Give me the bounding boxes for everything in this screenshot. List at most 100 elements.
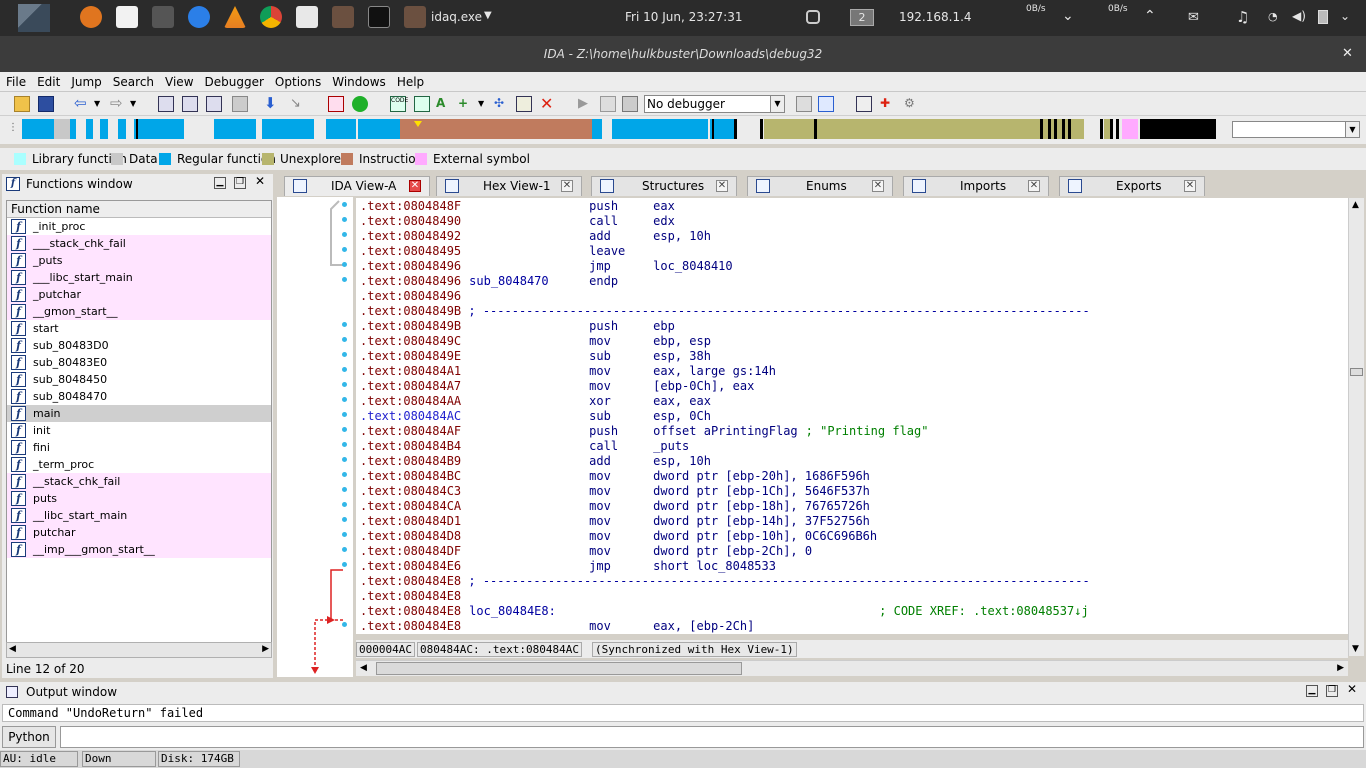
scroll-thumb[interactable] <box>1350 368 1363 376</box>
code-line[interactable]: .text:08048492 add esp, 10h <box>360 229 711 244</box>
restore-icon[interactable]: ❐ <box>234 177 246 189</box>
green-circle-icon[interactable] <box>352 96 368 112</box>
array-dropdown-icon[interactable]: ▼ <box>478 96 494 112</box>
restore-icon[interactable]: ❐ <box>1326 685 1338 697</box>
function-row[interactable]: f __imp___gmon_start__ <box>7 541 271 558</box>
close-icon[interactable]: ✕ <box>716 180 728 192</box>
close-icon[interactable]: ✕ <box>872 180 884 192</box>
pause-icon[interactable] <box>600 96 616 112</box>
undefine-icon[interactable]: ✕ <box>540 96 556 112</box>
debugger-select[interactable]: No debugger ▼ <box>644 95 785 113</box>
minimize-icon[interactable]: ▁ <box>1306 685 1318 697</box>
close-icon[interactable]: ✕ <box>409 180 421 192</box>
scroll-right-icon[interactable]: ▶ <box>1337 663 1344 673</box>
function-row[interactable]: f fini <box>7 439 271 456</box>
code-line[interactable]: .text:0804849B ; -----------------------… <box>360 304 1090 319</box>
search-imm-icon[interactable] <box>206 96 222 112</box>
function-row[interactable]: f _init_proc <box>7 218 271 235</box>
document-app-icon[interactable] <box>296 6 318 28</box>
function-row[interactable]: f _puts <box>7 252 271 269</box>
code-line[interactable]: .text:08048496 <box>360 289 653 304</box>
tab-ida-view-a[interactable]: IDA View-A ✕ <box>284 176 430 196</box>
volume-icon[interactable]: ◀) <box>1292 9 1306 23</box>
search-text-icon[interactable] <box>182 96 198 112</box>
scroll-down-icon[interactable]: ▼ <box>1352 644 1359 654</box>
attach-icon[interactable] <box>796 96 812 112</box>
code-line[interactable]: .text:080484E6 jmp short loc_8048533 <box>360 559 776 574</box>
close-icon[interactable]: ✕ <box>1346 683 1358 697</box>
function-row[interactable]: f sub_80483E0 <box>7 354 271 371</box>
line-dot-icon[interactable] <box>342 202 347 207</box>
code-icon[interactable]: CODE <box>390 96 408 112</box>
code-line[interactable]: .text:080484D8 mov dword ptr [ebp-10h], 0C… <box>360 529 877 544</box>
column-header-function-name[interactable]: Function name <box>7 201 271 218</box>
line-dot-icon[interactable] <box>342 337 347 342</box>
menu-windows[interactable]: Windows <box>326 72 391 90</box>
data-icon[interactable] <box>414 96 430 112</box>
code-line[interactable]: .text:080484AA xor eax, eax <box>360 394 711 409</box>
wifi-icon[interactable]: ◔ <box>1268 10 1278 23</box>
string-icon[interactable]: A <box>436 96 452 112</box>
vlc-app-icon[interactable] <box>224 6 246 28</box>
jump-down-arrow-icon[interactable]: ⬇ <box>264 96 280 112</box>
output-text[interactable]: Command "UndoReturn" failed <box>2 704 1364 722</box>
code-line[interactable]: .text:0804849B push ebp <box>360 319 675 334</box>
screenshot-icon[interactable] <box>806 10 820 24</box>
chrome-app-icon[interactable] <box>260 6 282 28</box>
function-row[interactable]: f sub_80483D0 <box>7 337 271 354</box>
code-line[interactable]: .text:080484B9 add esp, 10h <box>360 454 711 469</box>
function-row[interactable]: f _putchar <box>7 286 271 303</box>
minimize-icon[interactable]: ▁ <box>214 177 226 189</box>
forward-arrow-icon[interactable]: ⇨ <box>110 96 126 112</box>
function-row[interactable]: f start <box>7 320 271 337</box>
clock[interactable]: Fri 10 Jun, 23:27:31 <box>625 10 742 24</box>
menu-file[interactable]: File <box>0 72 31 90</box>
workspace-indicator[interactable]: 2 <box>850 9 874 26</box>
ida-app-icon[interactable] <box>404 6 426 28</box>
menu-jump[interactable]: Jump <box>65 72 106 90</box>
disassembly-horizontal-scrollbar[interactable]: ◀ ▶ <box>356 660 1348 676</box>
scroll-left-icon[interactable]: ◀ <box>9 644 16 654</box>
code-line[interactable]: .text:08048496 sub_8048470 endp <box>360 274 653 289</box>
open-folder-icon[interactable] <box>14 96 30 112</box>
tab-hex-view-1[interactable]: Hex View-1 ✕ <box>436 176 582 196</box>
mail-icon[interactable]: ✉ <box>1188 10 1199 25</box>
code-line[interactable]: .text:0804849C mov ebp, esp <box>360 334 711 349</box>
disassembly-vertical-scrollbar[interactable]: ▲ ▼ <box>1348 198 1364 656</box>
function-row[interactable]: f puts <box>7 490 271 507</box>
python-button[interactable]: Python <box>2 726 56 748</box>
stacer-app-icon[interactable] <box>152 6 174 28</box>
function-row[interactable]: f sub_8048470 <box>7 388 271 405</box>
net-down-icon[interactable]: ⌄ <box>1062 8 1074 24</box>
code-line[interactable]: .text:080484DF mov dword ptr [ebp-2Ch], 0 <box>360 544 812 559</box>
functions-horizontal-scrollbar[interactable]: ◀ ▶ <box>6 642 272 658</box>
code-line[interactable]: .text:080484D1 mov dword ptr [ebp-14h], 37… <box>360 514 870 529</box>
code-line[interactable]: .text:080484E8 mov eax, [ebp-2Ch] <box>360 619 754 634</box>
messenger-app-icon[interactable] <box>188 6 210 28</box>
line-dot-icon[interactable] <box>342 247 347 252</box>
tab-imports[interactable]: Imports ✕ <box>903 176 1049 196</box>
breakpoints-icon[interactable] <box>856 96 872 112</box>
close-icon[interactable]: ✕ <box>1184 180 1196 192</box>
function-row[interactable]: f __stack_chk_fail <box>7 473 271 490</box>
line-dot-icon[interactable] <box>342 352 347 357</box>
window-close-button[interactable]: ✕ <box>1342 46 1353 61</box>
scroll-up-icon[interactable]: ▲ <box>1352 200 1359 210</box>
line-dot-icon[interactable] <box>342 472 347 477</box>
clipboard-app-icon[interactable] <box>116 6 138 28</box>
line-dot-icon[interactable] <box>342 397 347 402</box>
array-icon[interactable]: + <box>458 96 474 112</box>
music-icon[interactable]: ♫ <box>1236 8 1249 26</box>
code-line[interactable]: .text:080484E8 ; -----------------------… <box>360 574 1090 589</box>
forward-dropdown-icon[interactable]: ▼ <box>130 96 146 112</box>
line-dot-icon[interactable] <box>342 367 347 372</box>
portrait-app-icon[interactable] <box>332 6 354 28</box>
function-row[interactable]: f _term_proc <box>7 456 271 473</box>
line-dot-icon[interactable] <box>342 487 347 492</box>
line-dot-icon[interactable] <box>342 517 347 522</box>
navigation-band-strip[interactable] <box>18 119 1220 139</box>
back-arrow-icon[interactable]: ⇦ <box>74 96 90 112</box>
function-row[interactable]: f __gmon_start__ <box>7 303 271 320</box>
line-dot-icon[interactable] <box>342 427 347 432</box>
play-icon[interactable]: ▶ <box>578 96 594 112</box>
